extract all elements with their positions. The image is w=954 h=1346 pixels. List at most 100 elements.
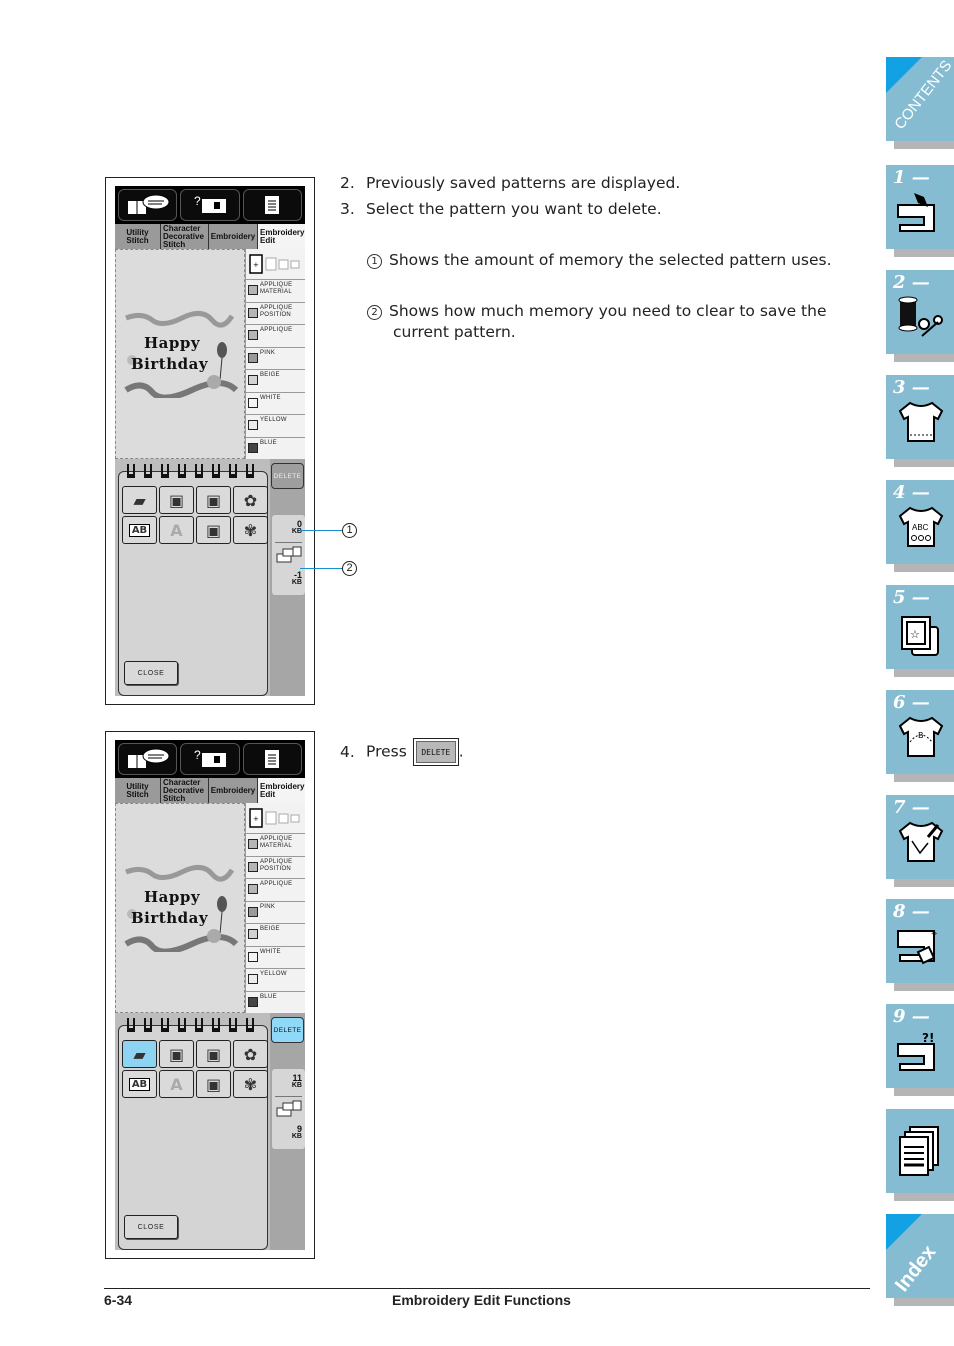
side-tab-chapter-2[interactable]: 2 —: [886, 270, 954, 362]
thread-color-swatch: [248, 330, 258, 340]
thread-color-swatch: [248, 442, 258, 453]
tab-character-decorative-stitch[interactable]: Character Decorative Stitch: [161, 778, 209, 803]
tab-embroidery-edit[interactable]: Embroidery Edit: [258, 224, 305, 249]
thread-color-swatch: [248, 375, 258, 385]
memory-used-readout: 0 KB: [291, 519, 302, 536]
tab-embroidery[interactable]: Embroidery: [209, 224, 258, 249]
saved-pattern-thumbnail[interactable]: ▣: [196, 516, 231, 544]
saved-pattern-thumbnail[interactable]: ▣: [196, 1070, 231, 1098]
note-1: 1 Shows the amount of memory the selected…: [367, 250, 847, 271]
thread-color-swatch: [248, 397, 258, 408]
tab-utility-stitch[interactable]: Utility Stitch: [115, 778, 161, 803]
delete-button[interactable]: DELETE: [271, 1017, 304, 1043]
tab-embroidery-edit[interactable]: Embroidery Edit: [258, 778, 305, 803]
color-item[interactable]: APPLIQUE MATERIAL: [246, 833, 305, 856]
thread-color-swatch: [248, 884, 258, 894]
manual-button[interactable]: [118, 743, 178, 775]
delete-button[interactable]: DELETE: [271, 463, 304, 489]
color-name: WHITE: [260, 394, 281, 401]
saved-pattern-thumbnail[interactable]: ▣: [196, 1040, 231, 1068]
saved-pattern-thumbnail[interactable]: ▰: [122, 1040, 157, 1068]
thread-color-swatch: [248, 974, 258, 984]
pattern-pocket-area: ▰ ▣ ▣ ✿ AB A ▣ ✾ CLOSE DELETE 0 KB -1 KB: [115, 459, 305, 696]
color-item[interactable]: BLUE: [246, 436, 305, 460]
side-tab-chapter-1[interactable]: 1 —: [886, 165, 954, 257]
color-item[interactable]: APPLIQUE: [246, 878, 305, 901]
side-tab-contents[interactable]: CONTENTS: [886, 57, 954, 149]
side-tab-index[interactable]: Index: [886, 1214, 954, 1306]
book-speech-icon: [127, 194, 170, 214]
pattern-thumbnail-icon: AB: [128, 1077, 151, 1091]
color-item[interactable]: BEIGE: [246, 923, 305, 946]
thread-color-swatch: [248, 906, 258, 917]
help-button[interactable]: ?: [180, 743, 240, 775]
color-item[interactable]: APPLIQUE MATERIAL: [246, 279, 305, 302]
pattern-thumbnail-icon: ▣: [205, 1044, 222, 1064]
top-bar: ?: [115, 740, 305, 778]
shirt-stitch-icon: [898, 401, 944, 442]
tab-character-decorative-stitch[interactable]: Character Decorative Stitch: [161, 224, 209, 249]
saved-pattern-thumbnail[interactable]: ✿: [233, 1040, 268, 1068]
saved-pattern-thumbnail[interactable]: A: [159, 516, 194, 544]
tab-embroidery[interactable]: Embroidery: [209, 778, 258, 803]
saved-pattern-thumbnail[interactable]: ▣: [159, 1040, 194, 1068]
thread-color-swatch: [248, 929, 258, 939]
thread-color-swatch: [248, 951, 258, 962]
binder-ring-icon: [127, 1018, 135, 1032]
settings-list-button[interactable]: [242, 743, 302, 775]
tab-utility-stitch[interactable]: Utility Stitch: [115, 224, 161, 249]
color-item[interactable]: YELLOW: [246, 414, 305, 437]
color-item[interactable]: BEIGE: [246, 369, 305, 392]
callout-line-2: [300, 568, 342, 569]
svg-text:+: +: [253, 261, 259, 269]
saved-pattern-thumbnail[interactable]: AB: [122, 1070, 157, 1098]
pattern-thumbnail-icon: ▣: [168, 490, 185, 510]
pattern-preview: Happy Birthday: [115, 249, 245, 459]
color-item[interactable]: BLUE: [246, 990, 305, 1014]
color-name: PINK: [260, 349, 276, 356]
side-tab-chapter-3[interactable]: 3 —: [886, 375, 954, 467]
pattern-thumbnail-icon: ▣: [205, 520, 222, 540]
preview-text-line-1: Happy: [144, 888, 201, 906]
color-item[interactable]: APPLIQUE: [246, 324, 305, 347]
color-item[interactable]: PINK: [246, 346, 305, 370]
shirt-abc-icon: ABC: [898, 506, 944, 547]
saved-patterns-grid: ▰ ▣ ▣ ✿ AB A ▣ ✾: [122, 486, 268, 544]
side-tab-chapter-8[interactable]: 8 — ✧: [886, 899, 954, 991]
saved-pattern-thumbnail[interactable]: ✾: [233, 1070, 268, 1098]
machine-maintenance-icon: ✧: [897, 929, 938, 965]
thread-color-swatch: [248, 839, 258, 849]
pattern-binder: ▰ ▣ ▣ ✿ AB A ▣ ✾ CLOSE: [118, 464, 268, 696]
saved-pattern-thumbnail[interactable]: ▣: [159, 486, 194, 514]
color-item[interactable]: WHITE: [246, 391, 305, 415]
preview-text-line-1: Happy: [144, 334, 201, 352]
manual-button[interactable]: [118, 189, 178, 221]
saved-pattern-thumbnail[interactable]: A: [159, 1070, 194, 1098]
binder-rings: [127, 464, 254, 478]
side-tab-chapter-4[interactable]: 4 — ABC: [886, 480, 954, 572]
settings-list-button[interactable]: [242, 189, 302, 221]
color-item[interactable]: APPLIQUE POSITION: [246, 301, 305, 325]
saved-pattern-thumbnail[interactable]: ▣: [196, 486, 231, 514]
saved-pattern-thumbnail[interactable]: ▰: [122, 486, 157, 514]
saved-pattern-thumbnail[interactable]: ✾: [233, 516, 268, 544]
saved-pattern-thumbnail[interactable]: AB: [122, 516, 157, 544]
thread-scissors-icon: [898, 296, 943, 337]
pattern-thumbnail-icon: ✾: [243, 1074, 258, 1094]
side-tab-documents[interactable]: [886, 1109, 954, 1201]
close-button[interactable]: CLOSE: [124, 1215, 178, 1239]
color-item[interactable]: YELLOW: [246, 968, 305, 991]
help-button[interactable]: ?: [180, 189, 240, 221]
saved-pattern-thumbnail[interactable]: ✿: [233, 486, 268, 514]
color-name: YELLOW: [260, 971, 287, 977]
color-item[interactable]: APPLIQUE POSITION: [246, 855, 305, 879]
binder-ring-icon: [195, 1018, 203, 1032]
side-tab-chapter-7[interactable]: 7 —: [886, 795, 954, 887]
side-tab-chapter-9[interactable]: 9 — ?!: [886, 1004, 954, 1096]
pattern-thumbnail-icon: A: [170, 1074, 183, 1094]
color-item[interactable]: WHITE: [246, 945, 305, 969]
side-tab-chapter-5[interactable]: 5 — ☆: [886, 585, 954, 677]
color-item[interactable]: PINK: [246, 900, 305, 924]
side-tab-chapter-6[interactable]: 6 — B: [886, 690, 954, 782]
close-button[interactable]: CLOSE: [124, 661, 178, 685]
